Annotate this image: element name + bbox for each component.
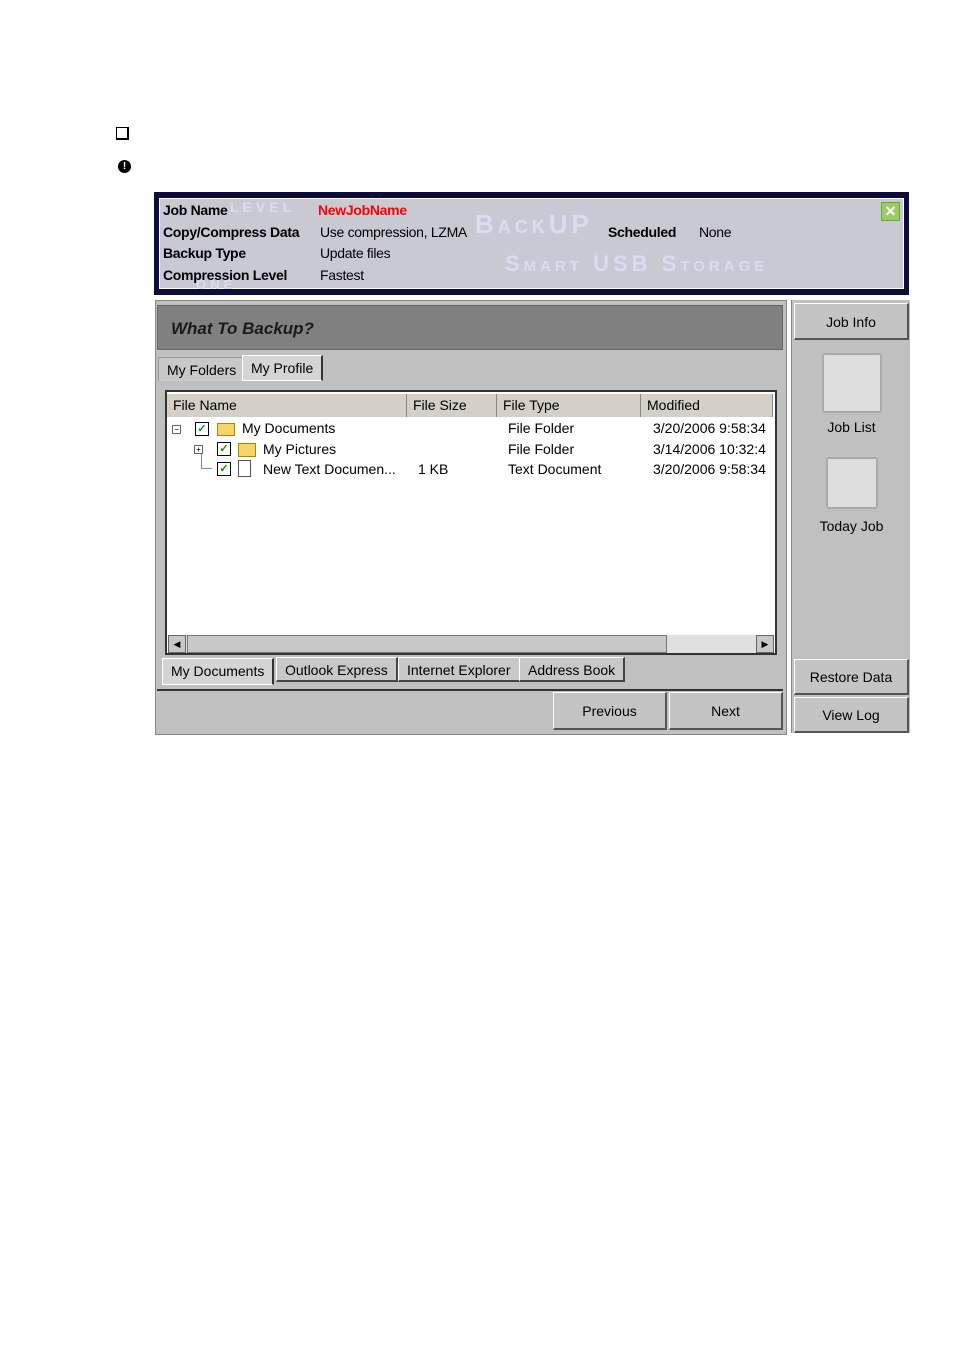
job-info-button[interactable]: Job Info — [794, 303, 909, 340]
view-log-button[interactable]: View Log — [794, 697, 909, 733]
column-file-name[interactable]: File Name — [167, 394, 407, 417]
checkbox-square-icon — [116, 127, 129, 140]
next-button[interactable]: Next — [669, 692, 783, 730]
column-file-type[interactable]: File Type — [497, 394, 641, 417]
page-title: What To Backup? — [171, 319, 314, 338]
tab-my-folders[interactable]: My Folders — [158, 357, 246, 381]
column-modified[interactable]: Modified — [641, 394, 773, 417]
job-list-icon[interactable] — [822, 353, 882, 413]
scheduled-value: None — [699, 224, 732, 240]
file-type: File Folder — [508, 420, 575, 436]
compression-level-label: Compression Level — [163, 267, 288, 283]
today-job-label[interactable]: Today Job — [794, 518, 909, 534]
scroll-left-icon[interactable]: ◀ — [168, 635, 186, 653]
job-list-label[interactable]: Job List — [794, 419, 909, 435]
expand-icon[interactable]: + — [194, 445, 203, 454]
checkbox[interactable]: ✓ — [217, 462, 231, 476]
file-modified: 3/20/2006 9:58:34 — [653, 461, 766, 477]
previous-button[interactable]: Previous — [553, 692, 667, 730]
file-name: My Documents — [242, 420, 336, 436]
compress-value: Use compression, LZMA — [320, 224, 467, 240]
pictures-folder-icon — [238, 443, 256, 457]
file-size: 1 KB — [418, 461, 449, 477]
file-type: File Folder — [508, 441, 575, 457]
today-job-icon[interactable] — [826, 457, 878, 509]
watermark-level: level — [230, 195, 296, 217]
close-icon[interactable]: ✕ — [881, 202, 900, 221]
file-modified: 3/14/2006 10:32:4 — [653, 441, 766, 457]
backup-type-label: Backup Type — [163, 245, 246, 261]
scheduled-label: Scheduled — [608, 224, 677, 240]
tab-my-documents[interactable]: My Documents — [162, 658, 275, 685]
text-document-icon — [238, 460, 251, 477]
file-list[interactable]: File Name File Size File Type Modified −… — [165, 390, 777, 655]
column-file-size[interactable]: File Size — [407, 394, 497, 417]
watermark-backup: BackUP — [475, 209, 593, 239]
tab-address-book[interactable]: Address Book — [519, 657, 626, 682]
file-modified: 3/20/2006 9:58:34 — [653, 420, 766, 436]
info-circle-icon: ! — [118, 160, 131, 173]
scroll-right-icon[interactable]: ▶ — [756, 635, 774, 653]
scroll-thumb[interactable] — [187, 635, 667, 653]
job-summary-header: level one BackUP Smart USB Storage Job N… — [154, 192, 909, 295]
file-name: My Pictures — [263, 441, 337, 457]
compression-level-value: Fastest — [320, 267, 364, 283]
tab-my-profile[interactable]: My Profile — [242, 355, 324, 381]
backup-type-value: Update files — [320, 245, 391, 261]
file-name: New Text Documen... — [263, 461, 396, 477]
restore-data-button[interactable]: Restore Data — [794, 659, 909, 695]
folder-open-icon — [217, 423, 235, 436]
tree-line — [201, 454, 212, 469]
job-name-label: Job Name — [163, 202, 228, 218]
horizontal-scrollbar[interactable]: ◀ ▶ — [168, 635, 774, 653]
tab-internet-explorer[interactable]: Internet Explorer — [398, 657, 521, 682]
watermark-smart-usb: Smart USB Storage — [505, 251, 769, 276]
checkbox[interactable]: ✓ — [195, 422, 209, 436]
tab-outlook-express[interactable]: Outlook Express — [276, 657, 398, 682]
compress-label: Copy/Compress Data — [163, 224, 300, 240]
collapse-icon[interactable]: − — [172, 425, 181, 434]
job-name-value: NewJobName — [318, 202, 407, 218]
file-type: Text Document — [508, 461, 602, 477]
checkbox[interactable]: ✓ — [217, 442, 231, 456]
page-title-bar: What To Backup? — [157, 305, 783, 350]
